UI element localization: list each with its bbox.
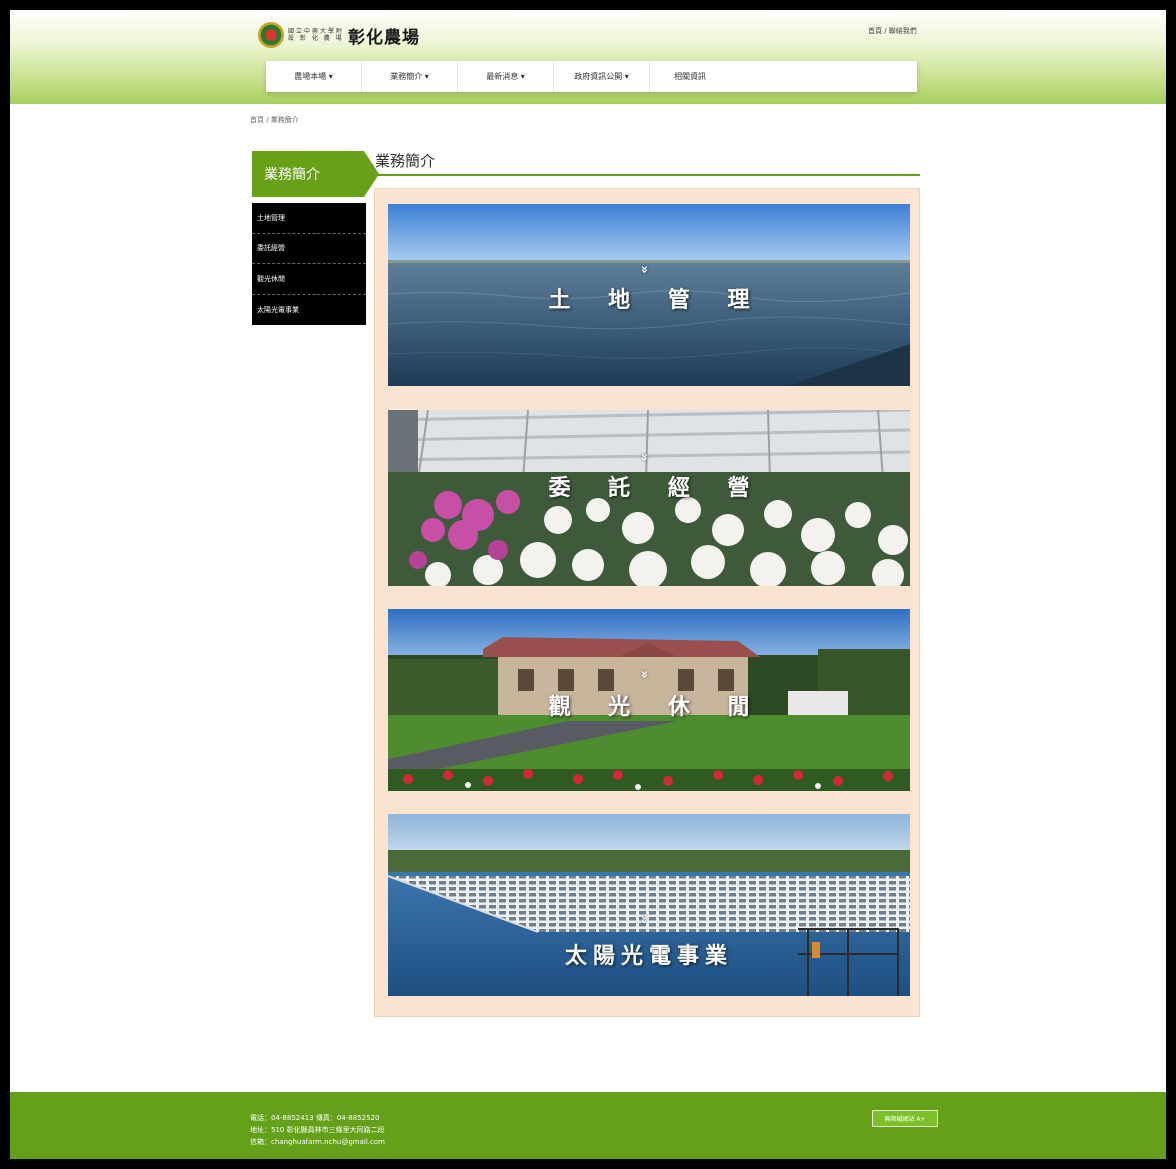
- nav-item-gov-info[interactable]: 政府資訊公開 ▾: [554, 61, 650, 92]
- nav-item-related[interactable]: 相關資訊: [650, 61, 730, 92]
- sidebar-item-tourism[interactable]: 觀光休閒: [252, 264, 366, 295]
- card-label: 太陽光電事業: [564, 943, 733, 969]
- card-label: 觀 光 休 閒: [548, 694, 750, 720]
- footer-address: 地址：510 彰化縣員林市三條里大同路二段: [250, 1126, 385, 1134]
- footer-phone: 電話：04-8852413 傳真：04-8852520: [250, 1114, 380, 1122]
- logo-name: 彰化農場: [348, 27, 421, 48]
- nav-item-business[interactable]: 業務簡介 ▾: [362, 61, 458, 92]
- chevron-down-icon: »: [636, 670, 652, 679]
- top-links[interactable]: 首頁 / 聯絡我們: [868, 26, 917, 36]
- chevron-down-icon: »: [636, 265, 652, 274]
- sidebar-item-consign[interactable]: 委託經營: [252, 234, 366, 264]
- sidebar-title: 業務簡介: [252, 151, 379, 197]
- card-solar-business[interactable]: » 太陽光電事業: [388, 814, 910, 996]
- card-label: 委 託 經 營: [548, 475, 750, 501]
- card-land-management[interactable]: » 土 地 管 理: [388, 204, 910, 386]
- logo-subtitle-line: 國立中興大學附: [288, 28, 345, 35]
- footer-contact: 電話：04-8852413 傳真：04-8852520 地址：510 彰化縣員林…: [250, 1112, 385, 1148]
- content-panel: » 土 地 管 理 » 委 託 經 營 » 觀 光 休 閒 » 太陽光電事業: [374, 188, 920, 1017]
- site-header: 國立中興大學附 設 彰 化 農 場 彰化農場 首頁 / 聯絡我們 農場本場 ▾ …: [10, 10, 1166, 104]
- card-label: 土 地 管 理: [548, 287, 750, 313]
- logo-subtitle: 國立中興大學附 設 彰 化 農 場: [288, 28, 344, 42]
- sidebar-item-solar[interactable]: 太陽光電事業: [252, 295, 366, 326]
- chevron-down-icon: »: [636, 453, 652, 462]
- logo-subtitle-line: 設 彰 化 農 場: [288, 35, 344, 42]
- emblem-icon: [258, 22, 284, 48]
- chevron-down-icon: »: [636, 915, 652, 924]
- footer-email[interactable]: 信箱：changhuafarm.nchu@gmail.com: [250, 1136, 385, 1148]
- accessibility-badge[interactable]: 無障礙網站 A+: [872, 1110, 938, 1127]
- site-footer: 電話：04-8852413 傳真：04-8852520 地址：510 彰化縣員林…: [10, 1092, 1166, 1159]
- nav-item-news[interactable]: 最新消息 ▾: [458, 61, 554, 92]
- page-frame: 國立中興大學附 設 彰 化 農 場 彰化農場 首頁 / 聯絡我們 農場本場 ▾ …: [10, 10, 1166, 1159]
- sidebar-menu: 土地管理 委託經營 觀光休閒 太陽光電事業: [252, 203, 366, 325]
- sidebar-item-land[interactable]: 土地管理: [252, 203, 366, 234]
- card-consign-operation[interactable]: » 委 託 經 營: [388, 410, 910, 586]
- site-logo[interactable]: 國立中興大學附 設 彰 化 農 場 彰化農場: [258, 18, 420, 52]
- nav-item-farm[interactable]: 農場本場 ▾: [266, 61, 362, 92]
- main-nav: 農場本場 ▾ 業務簡介 ▾ 最新消息 ▾ 政府資訊公開 ▾ 相關資訊: [266, 61, 917, 92]
- card-leisure-tourism[interactable]: » 觀 光 休 閒: [388, 609, 910, 791]
- page-title: 業務簡介: [374, 150, 920, 176]
- breadcrumb[interactable]: 首頁 / 業務簡介: [250, 115, 299, 125]
